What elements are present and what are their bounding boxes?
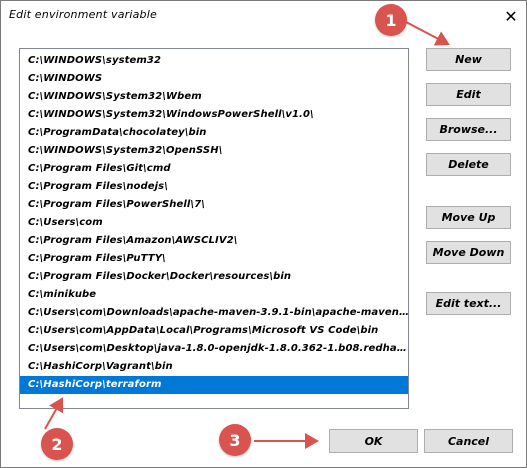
list-item[interactable]: C:\WINDOWS	[20, 70, 408, 88]
list-item[interactable]: C:\Users\com\Desktop\java-1.8.0-openjdk-…	[20, 340, 408, 358]
edit-button[interactable]: Edit	[426, 83, 511, 106]
list-item[interactable]: C:\Program Files\PuTTY\	[20, 250, 408, 268]
list-item[interactable]: C:\Program Files\Amazon\AWSCLIV2\	[20, 232, 408, 250]
list-item[interactable]: C:\WINDOWS\System32\OpenSSH\	[20, 142, 408, 160]
path-list[interactable]: C:\WINDOWS\system32 C:\WINDOWS C:\WINDOWS\…	[19, 48, 409, 409]
annotation-badge-1: 1	[375, 4, 407, 36]
list-item[interactable]: C:\minikube	[20, 286, 408, 304]
list-item[interactable]: C:\WINDOWS\system32	[20, 52, 408, 70]
new-button[interactable]: New	[426, 48, 511, 71]
list-item[interactable]: C:\Program Files\Git\cmd	[20, 160, 408, 178]
annotation-badge-2: 2	[41, 428, 73, 460]
cancel-button[interactable]: Cancel	[424, 429, 513, 453]
annotation-badge-3: 3	[219, 424, 251, 456]
move-up-button[interactable]: Move Up	[426, 206, 511, 229]
list-item[interactable]: C:\WINDOWS\System32\Wbem	[20, 88, 408, 106]
title-bar: Edit environment variable ✕	[1, 1, 526, 31]
move-down-button[interactable]: Move Down	[426, 241, 511, 264]
list-item[interactable]: C:\Users\com\Downloads\apache-maven-3.9.…	[20, 304, 408, 322]
list-item[interactable]: C:\HashiCorp\Vagrant\bin	[20, 358, 408, 376]
list-item[interactable]: C:\Users\com\AppData\Local\Programs\Micr…	[20, 322, 408, 340]
edit-environment-variable-dialog: Edit environment variable ✕ C:\WINDOWS\s…	[0, 0, 527, 468]
edit-text-button[interactable]: Edit text...	[426, 292, 511, 315]
delete-button[interactable]: Delete	[426, 153, 511, 176]
dialog-title: Edit environment variable	[9, 8, 157, 21]
ok-button[interactable]: OK	[329, 429, 418, 453]
list-item[interactable]: C:\ProgramData\chocolatey\bin	[20, 124, 408, 142]
list-item[interactable]: C:\Program Files\PowerShell\7\	[20, 196, 408, 214]
browse-button[interactable]: Browse...	[426, 118, 511, 141]
close-icon: ✕	[504, 6, 518, 26]
list-item[interactable]: C:\WINDOWS\System32\WindowsPowerShell\v1…	[20, 106, 408, 124]
list-item[interactable]: C:\HashiCorp\terraform	[20, 376, 408, 394]
list-item[interactable]: C:\Program Files\nodejs\	[20, 178, 408, 196]
close-button[interactable]: ✕	[496, 1, 526, 31]
list-item[interactable]: C:\Program Files\Docker\Docker\resources…	[20, 268, 408, 286]
list-item[interactable]: C:\Users\com	[20, 214, 408, 232]
